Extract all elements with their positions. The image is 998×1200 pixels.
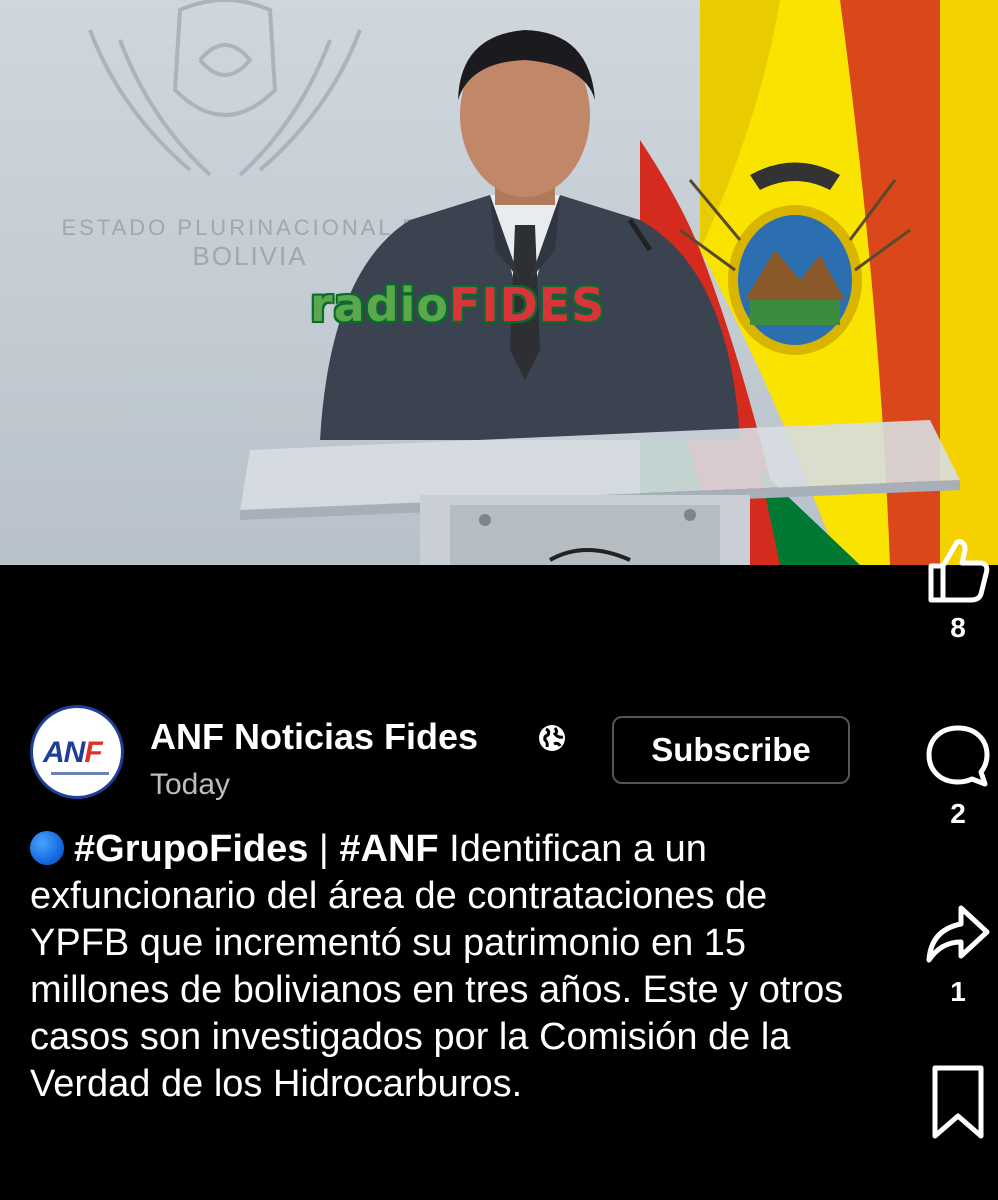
avatar-logo: ANF: [43, 736, 103, 770]
share-count: 1: [950, 976, 966, 1007]
like-button[interactable]: 8: [918, 536, 998, 644]
post-time: Today: [150, 768, 231, 801]
podium: [240, 420, 960, 565]
save-button[interactable]: [918, 1062, 998, 1142]
comment-count: 2: [950, 798, 966, 829]
subscribe-button[interactable]: Subscribe: [612, 716, 850, 784]
globe-icon: [539, 725, 565, 751]
radio-fides-watermark: radioFIDES: [310, 278, 605, 332]
watermark-part-b: FIDES: [449, 278, 606, 332]
comment-icon: [926, 725, 990, 787]
caption-separator: |: [308, 828, 340, 870]
post-caption: #GrupoFides | #ANF Identifican a un exfu…: [30, 826, 870, 1108]
share-icon: [926, 905, 990, 963]
action-rail: 8 2 1: [918, 530, 998, 1150]
share-button[interactable]: 1: [918, 900, 998, 1008]
avatar-logo-part-b: F: [84, 736, 102, 769]
save-icon: [932, 1065, 984, 1139]
hashtag-anf[interactable]: #ANF: [339, 828, 438, 870]
avatar-subline: [51, 772, 109, 775]
channel-avatar[interactable]: ANF: [30, 705, 124, 799]
comment-button[interactable]: 2: [918, 722, 998, 830]
like-icon: [928, 539, 990, 603]
speaker-figure: [320, 30, 740, 440]
blue-circle-emoji: [30, 831, 64, 865]
hashtag-grupofides[interactable]: #GrupoFides: [74, 828, 308, 870]
avatar-logo-part-a: AN: [43, 736, 85, 769]
channel-name[interactable]: ANF Noticias Fides: [150, 716, 478, 758]
watermark-part-a: radio: [310, 278, 450, 332]
like-count: 8: [950, 612, 966, 643]
video-frame[interactable]: ESTADO PLURINACIONAL DE BOLIVIA radioFID…: [0, 0, 998, 565]
